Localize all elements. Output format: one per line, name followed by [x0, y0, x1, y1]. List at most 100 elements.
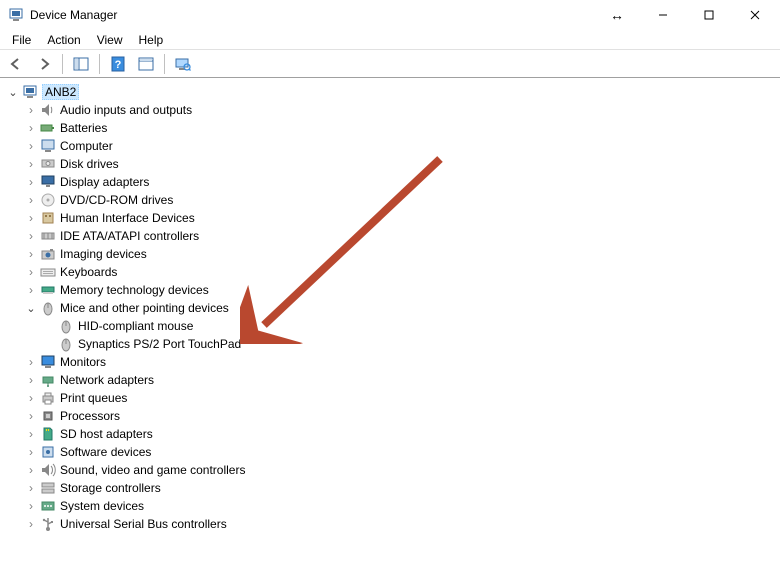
expander-icon[interactable]	[24, 283, 38, 297]
expander-icon[interactable]	[24, 139, 38, 153]
tree-device-node[interactable]: HID-compliant mouse	[42, 317, 774, 335]
tree-category-node[interactable]: IDE ATA/ATAPI controllers	[24, 227, 774, 245]
tree-category-label: System devices	[60, 499, 144, 513]
menu-file[interactable]: File	[4, 31, 39, 49]
forward-button[interactable]	[32, 53, 56, 75]
tree-category-label: Network adapters	[60, 373, 154, 387]
expander-icon[interactable]	[24, 265, 38, 279]
tree-category-label: DVD/CD-ROM drives	[60, 193, 173, 207]
software-icon	[40, 444, 56, 460]
tree-category-label: Keyboards	[60, 265, 117, 279]
menu-help[interactable]: Help	[131, 31, 172, 49]
tree-category-node[interactable]: Audio inputs and outputs	[24, 101, 774, 119]
tree-category-node[interactable]: Processors	[24, 407, 774, 425]
maximize-button[interactable]	[686, 0, 732, 30]
tree-device-label: HID-compliant mouse	[78, 319, 193, 333]
expander-icon[interactable]	[24, 391, 38, 405]
expander-icon[interactable]	[24, 103, 38, 117]
help-button[interactable]: ?	[106, 53, 130, 75]
toolbar: ?	[0, 50, 780, 78]
expander-icon[interactable]	[24, 517, 38, 531]
expander-icon[interactable]	[24, 481, 38, 495]
tree-category-node[interactable]: Keyboards	[24, 263, 774, 281]
menu-action[interactable]: Action	[39, 31, 88, 49]
app-icon	[8, 7, 24, 23]
tree-device-node[interactable]: Synaptics PS/2 Port TouchPad	[42, 335, 774, 353]
tree-root-label: ANB2	[45, 85, 76, 99]
system-icon	[40, 498, 56, 514]
tree-category-node[interactable]: Disk drives	[24, 155, 774, 173]
tree-category-label: Disk drives	[60, 157, 119, 171]
network-icon	[40, 372, 56, 388]
tree-category-label: Storage controllers	[60, 481, 161, 495]
svg-text:?: ?	[115, 59, 122, 71]
mouse-icon	[40, 300, 56, 316]
tree-category-node[interactable]: Monitors	[24, 353, 774, 371]
expander-icon[interactable]	[24, 121, 38, 135]
display-icon	[40, 174, 56, 190]
tree-category-node[interactable]: Universal Serial Bus controllers	[24, 515, 774, 533]
monitor-icon	[40, 354, 56, 370]
expander-icon[interactable]	[24, 301, 38, 315]
tree-category-node[interactable]: Computer	[24, 137, 774, 155]
expander-icon[interactable]	[24, 499, 38, 513]
tree-category-node[interactable]: Display adapters	[24, 173, 774, 191]
tree-category-node[interactable]: DVD/CD-ROM drives	[24, 191, 774, 209]
tree-category-node[interactable]: Batteries	[24, 119, 774, 137]
tree-root-node[interactable]: ANB2	[6, 83, 774, 101]
storage-icon	[40, 480, 56, 496]
toolbar-separator	[62, 54, 63, 74]
computer-icon	[22, 84, 38, 100]
window-title: Device Manager	[30, 8, 117, 22]
tree-category-node[interactable]: SD host adapters	[24, 425, 774, 443]
tree-category-label: Mice and other pointing devices	[60, 301, 229, 315]
audio-icon	[40, 102, 56, 118]
expander-icon[interactable]	[24, 355, 38, 369]
resize-horizontal-icon[interactable]: ↔	[594, 7, 640, 23]
expander-icon[interactable]	[24, 445, 38, 459]
tree-category-label: Monitors	[60, 355, 106, 369]
expander-icon[interactable]	[6, 85, 20, 99]
expander-icon[interactable]	[24, 229, 38, 243]
expander-icon[interactable]	[24, 463, 38, 477]
tree-category-node[interactable]: Human Interface Devices	[24, 209, 774, 227]
expander-icon[interactable]	[24, 175, 38, 189]
expander-icon[interactable]	[24, 409, 38, 423]
tree-category-label: Software devices	[60, 445, 151, 459]
expander-icon[interactable]	[24, 427, 38, 441]
expander-icon[interactable]	[24, 157, 38, 171]
titlebar: Device Manager ↔	[0, 0, 780, 30]
back-button[interactable]	[4, 53, 28, 75]
tree-category-node[interactable]: System devices	[24, 497, 774, 515]
minimize-button[interactable]	[640, 0, 686, 30]
tree-category-label: Computer	[60, 139, 113, 153]
expander-icon[interactable]	[24, 211, 38, 225]
tree-category-label: Audio inputs and outputs	[60, 103, 192, 117]
scan-hardware-button[interactable]	[171, 53, 195, 75]
expander-icon[interactable]	[24, 193, 38, 207]
tree-category-label: Processors	[60, 409, 120, 423]
printer-icon	[40, 390, 56, 406]
tree-category-node[interactable]: Memory technology devices	[24, 281, 774, 299]
computer-icon	[40, 138, 56, 154]
memory-icon	[40, 282, 56, 298]
tree-category-label: Universal Serial Bus controllers	[60, 517, 227, 531]
tree-category-node[interactable]: Imaging devices	[24, 245, 774, 263]
expander-icon[interactable]	[24, 247, 38, 261]
disk-icon	[40, 156, 56, 172]
tree-category-node[interactable]: Mice and other pointing devices	[24, 299, 774, 317]
tree-category-node[interactable]: Network adapters	[24, 371, 774, 389]
show-hide-tree-button[interactable]	[69, 53, 93, 75]
properties-button[interactable]	[134, 53, 158, 75]
imaging-icon	[40, 246, 56, 262]
tree-category-label: Human Interface Devices	[60, 211, 195, 225]
tree-category-node[interactable]: Software devices	[24, 443, 774, 461]
tree-category-node[interactable]: Print queues	[24, 389, 774, 407]
close-button[interactable]	[732, 0, 778, 30]
keyboard-icon	[40, 264, 56, 280]
tree-category-node[interactable]: Storage controllers	[24, 479, 774, 497]
toolbar-separator	[99, 54, 100, 74]
menu-view[interactable]: View	[89, 31, 131, 49]
tree-category-node[interactable]: Sound, video and game controllers	[24, 461, 774, 479]
expander-icon[interactable]	[24, 373, 38, 387]
